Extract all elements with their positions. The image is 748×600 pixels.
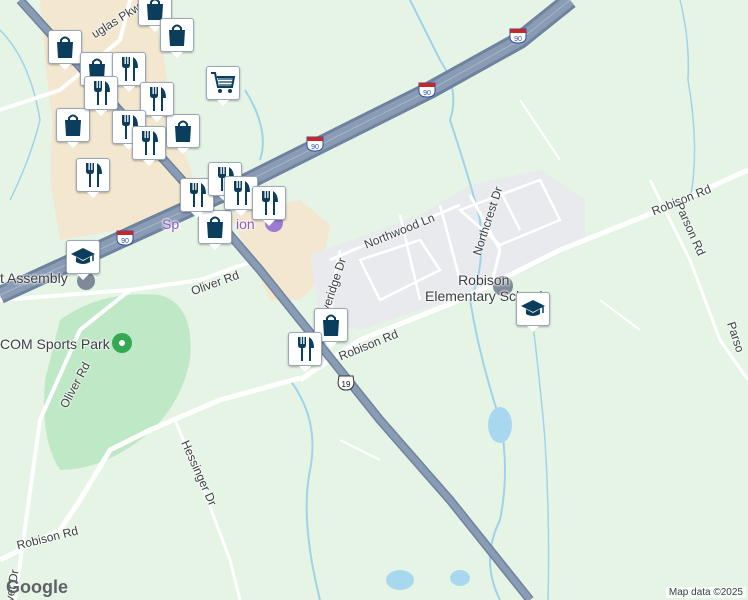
svg-text:90: 90 [311, 144, 319, 151]
interstate-shield-90: 90 [116, 230, 134, 246]
place-label-spa[interactable]: Sp [162, 216, 179, 232]
map-data-attribution[interactable]: Map data ©2025 [665, 587, 746, 598]
svg-text:90: 90 [423, 90, 431, 97]
pond-3 [450, 570, 470, 586]
fork-knife-icon [288, 332, 322, 366]
place-label-sports-park[interactable]: COM Sports Park [0, 336, 110, 352]
interstate-shield-90: 90 [306, 136, 324, 152]
map-pin-shopping-bag[interactable] [48, 30, 82, 70]
map-pin-fork-knife[interactable] [132, 126, 166, 166]
map-pin-fork-knife[interactable] [76, 158, 110, 198]
fork-knife-icon [132, 126, 166, 160]
map-pin-graduation-cap[interactable] [516, 292, 550, 332]
map-canvas[interactable]: 90 90 90 90 19 uglas Pkwy Oliver Rd Oliv… [0, 0, 748, 600]
map-pin-shopping-bag[interactable] [160, 18, 194, 58]
graduation-cap-icon [516, 292, 550, 326]
map-pin-shopping-cart[interactable] [206, 66, 240, 106]
place-label-assembly[interactable]: t Assembly [0, 270, 68, 286]
map-pin-fork-knife[interactable] [252, 186, 286, 226]
map-pin-graduation-cap[interactable] [66, 240, 100, 280]
fork-knife-icon [252, 186, 286, 220]
graduation-cap-icon [66, 240, 100, 274]
google-logo[interactable]: Google [6, 577, 68, 598]
map-pin-fork-knife[interactable] [288, 332, 322, 372]
interstate-shield-90: 90 [509, 28, 527, 44]
shopping-bag-icon [160, 18, 194, 52]
pond-1 [488, 407, 512, 443]
shopping-cart-icon [206, 66, 240, 100]
pond-2 [386, 570, 414, 590]
svg-text:90: 90 [514, 36, 522, 43]
fork-knife-icon [76, 158, 110, 192]
svg-text:90: 90 [121, 238, 129, 245]
svg-text:19: 19 [342, 380, 351, 389]
us-route-shield-19: 19 [337, 375, 355, 391]
interstate-shield-90: 90 [418, 82, 436, 98]
fork-knife-icon [84, 76, 118, 110]
shopping-bag-icon [48, 30, 82, 64]
